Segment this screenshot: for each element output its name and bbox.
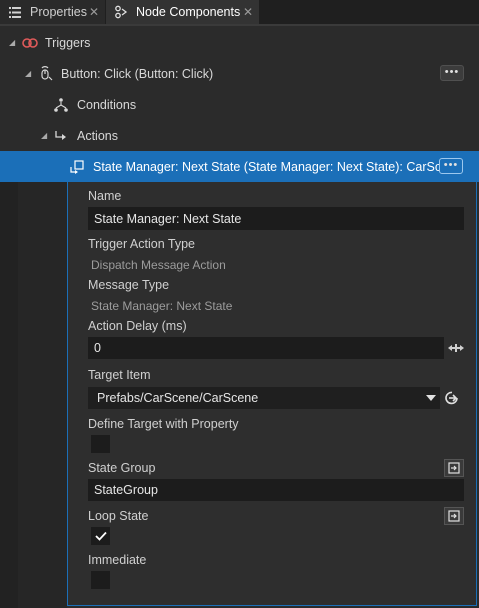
expand-arrow-icon[interactable]: ◢	[9, 38, 15, 47]
name-field[interactable]: State Manager: Next State	[88, 207, 464, 230]
checkmark-icon	[94, 531, 107, 541]
action-delay-field[interactable]: 0	[88, 337, 444, 359]
trigger-action-type-label: Trigger Action Type	[88, 237, 196, 251]
tab-properties-label: Properties	[30, 5, 87, 19]
action-item-icon	[69, 159, 85, 175]
expand-arrow-icon[interactable]: ◢	[41, 131, 47, 140]
tree-indent-gutter-outer	[0, 182, 18, 608]
close-icon[interactable]: ✕	[89, 5, 99, 19]
chevron-down-icon	[426, 395, 436, 401]
tab-properties[interactable]: Properties ✕	[0, 0, 105, 24]
define-target-checkbox[interactable]	[91, 435, 110, 453]
bind-property-icon	[448, 462, 460, 474]
tree-row-button-click[interactable]: ◢ Button: Click (Button: Click) •••	[0, 58, 479, 89]
define-target-label: Define Target with Property	[88, 417, 239, 431]
loop-state-checkbox[interactable]	[91, 527, 110, 545]
tree-row-actions[interactable]: ◢ Actions	[0, 120, 479, 151]
tree-row-triggers[interactable]: ◢ Triggers	[0, 27, 479, 58]
state-group-field[interactable]: StateGroup	[88, 479, 464, 501]
tab-node-components[interactable]: Node Components ✕	[106, 0, 259, 24]
tab-node-components-label: Node Components	[136, 5, 241, 19]
navigate-to-target-icon[interactable]	[444, 390, 460, 406]
tree-row-conditions[interactable]: Conditions	[0, 89, 479, 120]
conditions-icon	[53, 97, 69, 113]
bind-property-button[interactable]	[444, 507, 464, 525]
tab-bar: Properties ✕ Node Components ✕	[0, 0, 479, 24]
click-icon	[37, 65, 53, 82]
tree-label-button-click: Button: Click (Button: Click)	[61, 66, 214, 81]
tree-label-conditions: Conditions	[77, 97, 137, 112]
target-item-select[interactable]: Prefabs/CarScene/CarScene	[88, 387, 440, 409]
action-delay-label: Action Delay (ms)	[88, 319, 187, 333]
trigger-icon	[22, 35, 38, 51]
tree-label-triggers: Triggers	[45, 35, 91, 50]
target-item-value: Prefabs/CarScene/CarScene	[97, 391, 259, 405]
bind-property-icon	[448, 510, 460, 522]
trigger-action-type-value: Dispatch Message Action	[91, 258, 226, 272]
tree-row-state-manager[interactable]: State Manager: Next State (State Manager…	[0, 151, 479, 182]
drag-adjust-icon[interactable]	[447, 342, 465, 354]
message-type-value: State Manager: Next State	[91, 299, 233, 313]
node-components-icon	[114, 5, 128, 19]
loop-state-label: Loop State	[88, 509, 149, 523]
immediate-checkbox[interactable]	[91, 571, 110, 589]
list-icon	[8, 5, 22, 19]
name-label: Name	[88, 189, 122, 203]
more-options-button[interactable]: •••	[439, 158, 463, 174]
immediate-label: Immediate	[88, 553, 147, 567]
bind-property-button[interactable]	[444, 459, 464, 477]
close-icon[interactable]: ✕	[243, 5, 253, 19]
tree-label-state-manager: State Manager: Next State (State Manager…	[93, 159, 462, 174]
target-item-label: Target Item	[88, 368, 151, 382]
more-options-button[interactable]: •••	[440, 65, 464, 81]
tab-underline	[0, 24, 479, 26]
actions-icon	[53, 128, 69, 144]
expand-arrow-icon[interactable]: ◢	[25, 69, 31, 78]
state-group-label: State Group	[88, 461, 156, 475]
tree-label-actions: Actions	[77, 128, 118, 143]
message-type-label: Message Type	[88, 278, 170, 292]
